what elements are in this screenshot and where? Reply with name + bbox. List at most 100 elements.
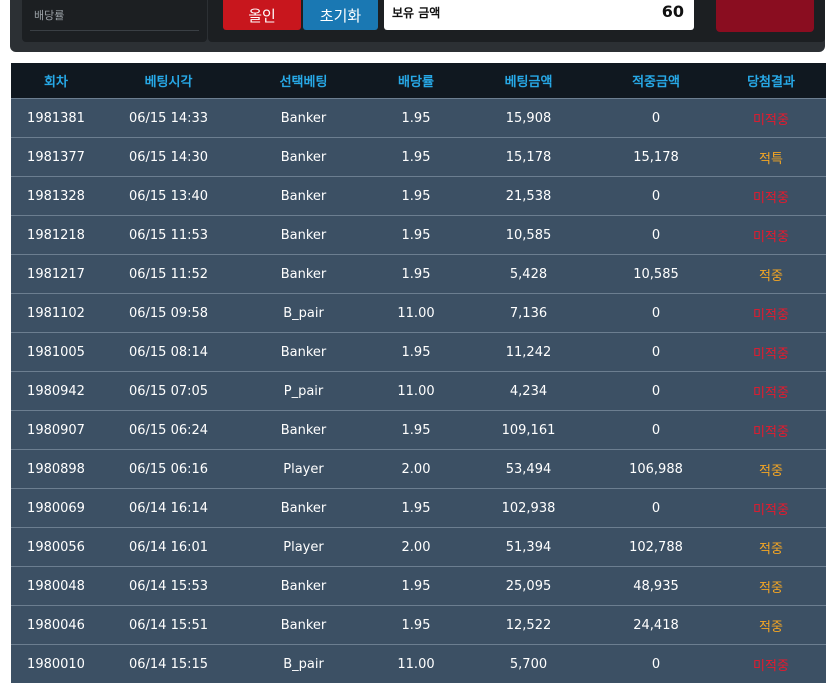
cell-result: 미적중 [716,371,826,411]
cell-bet-time: 06/15 11:53 [101,215,236,255]
cell-result: 미적중 [716,644,826,683]
table-row[interactable]: 1980907 06/15 06:24 Banker 1.95 109,161 0 미적중 [11,410,826,450]
header-bet-amount[interactable]: 베팅금액 [461,63,596,99]
cell-odds: 1.95 [371,215,461,255]
cell-payout: 0 [596,410,716,450]
cell-payout: 102,788 [596,527,716,567]
cell-round: 1980056 [11,527,101,567]
cell-payout: 106,988 [596,449,716,489]
header-result[interactable]: 당첨결과 [716,63,826,99]
table-row[interactable]: 1981328 06/15 13:40 Banker 1.95 21,538 0 미적중 [11,176,826,216]
table-row[interactable]: 1980010 06/14 15:15 B_pair 11.00 5,700 0 미적중 [11,644,826,683]
header-odds[interactable]: 배당률 [371,63,461,99]
cell-round: 1980907 [11,410,101,450]
cell-bet-time: 06/14 16:01 [101,527,236,567]
table-row[interactable]: 1980056 06/14 16:01 Player 2.00 51,394 102,78… [11,527,826,567]
cell-odds: 2.00 [371,449,461,489]
cell-bet-time: 06/15 08:14 [101,332,236,372]
header-bet-time[interactable]: 베팅시각 [101,63,236,99]
cell-result: 미적중 [716,332,826,372]
table-row[interactable]: 1980069 06/14 16:14 Banker 1.95 102,938 0 미적중 [11,488,826,528]
cell-bet-amount: 4,234 [461,371,596,411]
cell-result: 적특 [716,137,826,177]
cell-selected-bet: Banker [236,605,371,645]
cell-selected-bet: Banker [236,137,371,177]
cell-odds: 11.00 [371,371,461,411]
cell-odds: 2.00 [371,527,461,567]
cell-result: 미적중 [716,176,826,216]
cell-selected-bet: Banker [236,332,371,372]
cell-bet-amount: 10,585 [461,215,596,255]
cell-round: 1980898 [11,449,101,489]
table-header-row: 회차 베팅시각 선택베팅 배당률 베팅금액 적중금액 당첨결과 [11,63,826,99]
cell-bet-amount: 5,428 [461,254,596,294]
cell-round: 1981102 [11,293,101,333]
table-row[interactable]: 1980942 06/15 07:05 P_pair 11.00 4,234 0 미적중 [11,371,826,411]
cell-result: 미적중 [716,488,826,528]
cell-selected-bet: Banker [236,488,371,528]
cell-selected-bet: Banker [236,98,371,138]
cell-result: 적중 [716,254,826,294]
cell-odds: 11.00 [371,644,461,683]
cell-bet-amount: 15,178 [461,137,596,177]
cell-odds: 1.95 [371,332,461,372]
cell-odds: 1.95 [371,566,461,606]
cell-selected-bet: Banker [236,215,371,255]
cell-result: 적중 [716,605,826,645]
place-bet-button[interactable] [716,0,814,32]
betting-control-bar: 배당률 올인 초기화 보유 금액 60 [10,0,825,52]
reset-button[interactable]: 초기화 [303,0,378,30]
cell-bet-time: 06/15 06:24 [101,410,236,450]
bet-history-table: 회차 베팅시각 선택베팅 배당률 베팅금액 적중금액 당첨결과 1981381 0… [11,63,826,683]
cell-selected-bet: Player [236,449,371,489]
cell-selected-bet: Banker [236,410,371,450]
cell-odds: 1.95 [371,488,461,528]
table-row[interactable]: 1981217 06/15 11:52 Banker 1.95 5,428 10,585 적… [11,254,826,294]
cell-payout: 0 [596,176,716,216]
header-payout[interactable]: 적중금액 [596,63,716,99]
all-in-button[interactable]: 올인 [223,0,301,30]
cell-payout: 0 [596,371,716,411]
cell-bet-amount: 53,494 [461,449,596,489]
cell-round: 1981381 [11,98,101,138]
header-selected-bet[interactable]: 선택베팅 [236,63,371,99]
cell-payout: 0 [596,644,716,683]
cell-payout: 24,418 [596,605,716,645]
cell-bet-time: 06/15 14:33 [101,98,236,138]
cell-round: 1980069 [11,488,101,528]
odds-panel: 배당률 [22,0,207,42]
cell-round: 1980046 [11,605,101,645]
cell-bet-time: 06/14 15:15 [101,644,236,683]
cell-round: 1981328 [11,176,101,216]
cell-selected-bet: Banker [236,176,371,216]
cell-bet-amount: 15,908 [461,98,596,138]
table-row[interactable]: 1981218 06/15 11:53 Banker 1.95 10,585 0 미적중 [11,215,826,255]
table-row[interactable]: 1980046 06/14 15:51 Banker 1.95 12,522 24,418… [11,605,826,645]
odds-divider [30,30,199,31]
cell-result: 미적중 [716,410,826,450]
cell-bet-time: 06/15 07:05 [101,371,236,411]
cell-bet-amount: 7,136 [461,293,596,333]
cell-bet-amount: 109,161 [461,410,596,450]
cell-round: 1980010 [11,644,101,683]
table-row[interactable]: 1981377 06/15 14:30 Banker 1.95 15,178 15,178… [11,137,826,177]
cell-bet-amount: 25,095 [461,566,596,606]
cell-bet-amount: 21,538 [461,176,596,216]
cell-bet-time: 06/15 13:40 [101,176,236,216]
cell-payout: 0 [596,98,716,138]
cell-bet-time: 06/14 15:51 [101,605,236,645]
header-round[interactable]: 회차 [11,63,101,99]
cell-bet-amount: 12,522 [461,605,596,645]
table-row[interactable]: 1980898 06/15 06:16 Player 2.00 53,494 106,98… [11,449,826,489]
cell-bet-amount: 11,242 [461,332,596,372]
cell-payout: 0 [596,293,716,333]
cell-bet-time: 06/15 14:30 [101,137,236,177]
table-row[interactable]: 1981381 06/15 14:33 Banker 1.95 15,908 0 미적중 [11,98,826,138]
cell-selected-bet: Player [236,527,371,567]
table-row[interactable]: 1980048 06/14 15:53 Banker 1.95 25,095 48,935… [11,566,826,606]
balance-label: 보유 금액 [392,6,441,20]
cell-odds: 1.95 [371,605,461,645]
cell-result: 적중 [716,449,826,489]
table-row[interactable]: 1981102 06/15 09:58 B_pair 11.00 7,136 0 미적중 [11,293,826,333]
table-row[interactable]: 1981005 06/15 08:14 Banker 1.95 11,242 0 미적중 [11,332,826,372]
